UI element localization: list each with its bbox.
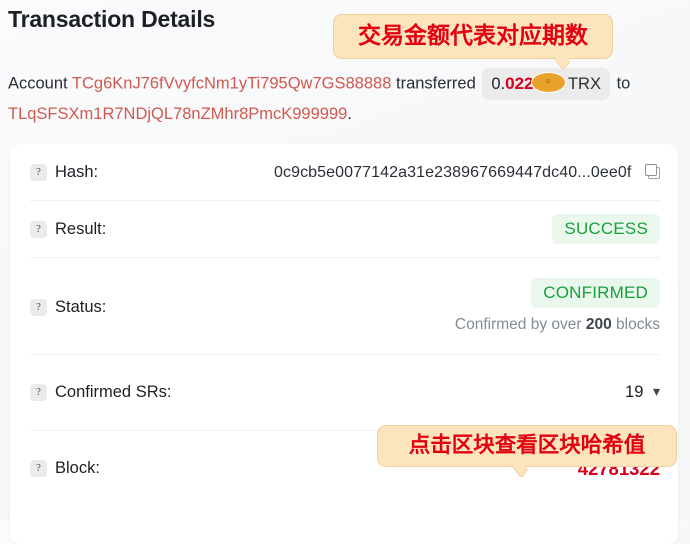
status-value-group: CONFIRMED Confirmed by over 200 blocks (455, 278, 660, 334)
account-label: Account (8, 74, 68, 93)
status-badge-confirmed: CONFIRMED (531, 278, 660, 308)
detail-row-result: ? Result: SUCCESS (10, 201, 678, 258)
amount-pill[interactable]: 0.0226 U TRX (482, 68, 610, 100)
question-mark-icon[interactable]: ? (30, 164, 47, 181)
confirmed-srs-value[interactable]: 19 (625, 383, 643, 401)
sentence-period: . (347, 105, 352, 123)
transferred-label: transferred (395, 74, 476, 93)
detail-row-hash: ? Hash: 0c9cb5e0077142a31e238967669447dc… (10, 144, 678, 201)
status-note: Confirmed by over 200 blocks (455, 316, 660, 334)
hash-label: Hash: (55, 163, 99, 181)
callout-block-annotation: 点击区块查看区块哈希值 (377, 425, 677, 479)
status-note-suffix: blocks (611, 316, 660, 333)
result-label-group: ? Result: (30, 220, 106, 239)
transaction-summary: Account TCg6KnJ76fVvyfcNm1yTi795Qw7GS888… (8, 68, 684, 128)
status-label: Status: (55, 298, 107, 316)
block-label: Block: (55, 459, 100, 477)
status-note-count: 200 (585, 316, 612, 333)
token-symbol: TRX (567, 75, 601, 93)
callout-amount-annotation: 交易金额代表对应期数 (333, 14, 613, 71)
question-mark-icon[interactable]: ? (30, 384, 47, 401)
amount-integer-part: 0. (491, 75, 506, 93)
status-label-group: ? Status: (30, 298, 106, 317)
status-badge-result: SUCCESS (552, 214, 660, 244)
tron-badge-icon: U (530, 72, 566, 93)
to-address-link[interactable]: TLqSFSXm1R7NDjQL78nZMhr8PmcK999999 (8, 105, 347, 123)
to-label: to (616, 74, 631, 93)
callout-amount-text: 交易金额代表对应期数 (358, 23, 588, 49)
hash-value-group: 0c9cb5e0077142a31e238967669447dc40...0ee… (274, 163, 660, 182)
tron-logo-icon: U (530, 72, 566, 93)
page-title: Transaction Details (8, 6, 216, 32)
chevron-down-icon[interactable]: ▾ (653, 383, 660, 400)
hash-label-group: ? Hash: (30, 163, 98, 182)
hash-value[interactable]: 0c9cb5e0077142a31e238967669447dc40...0ee… (274, 164, 631, 181)
question-mark-icon[interactable]: ? (30, 221, 47, 238)
result-value-group: SUCCESS (552, 214, 660, 244)
question-mark-icon[interactable]: ? (30, 299, 47, 316)
status-note-prefix: Confirmed by over (454, 316, 586, 333)
transaction-details-card: ? Hash: 0c9cb5e0077142a31e238967669447dc… (10, 144, 678, 544)
callout-block-text: 点击区块查看区块哈希值 (408, 433, 646, 458)
confirmed-srs-value-group[interactable]: 19 ▾ (625, 383, 660, 402)
confirmed-srs-label: Confirmed SRs: (55, 383, 172, 401)
copy-icon[interactable] (645, 164, 660, 179)
result-label: Result: (55, 220, 107, 238)
confirmed-srs-label-group: ? Confirmed SRs: (30, 383, 171, 402)
question-mark-icon[interactable]: ? (30, 460, 47, 477)
block-label-group: ? Block: (30, 459, 100, 478)
detail-row-status: ? Status: CONFIRMED Confirmed by over 20… (10, 258, 678, 355)
detail-row-confirmed-srs: ? Confirmed SRs: 19 ▾ (10, 355, 678, 431)
from-address-link[interactable]: TCg6KnJ76fVvyfcNm1yTi795Qw7GS88888 (72, 74, 391, 92)
